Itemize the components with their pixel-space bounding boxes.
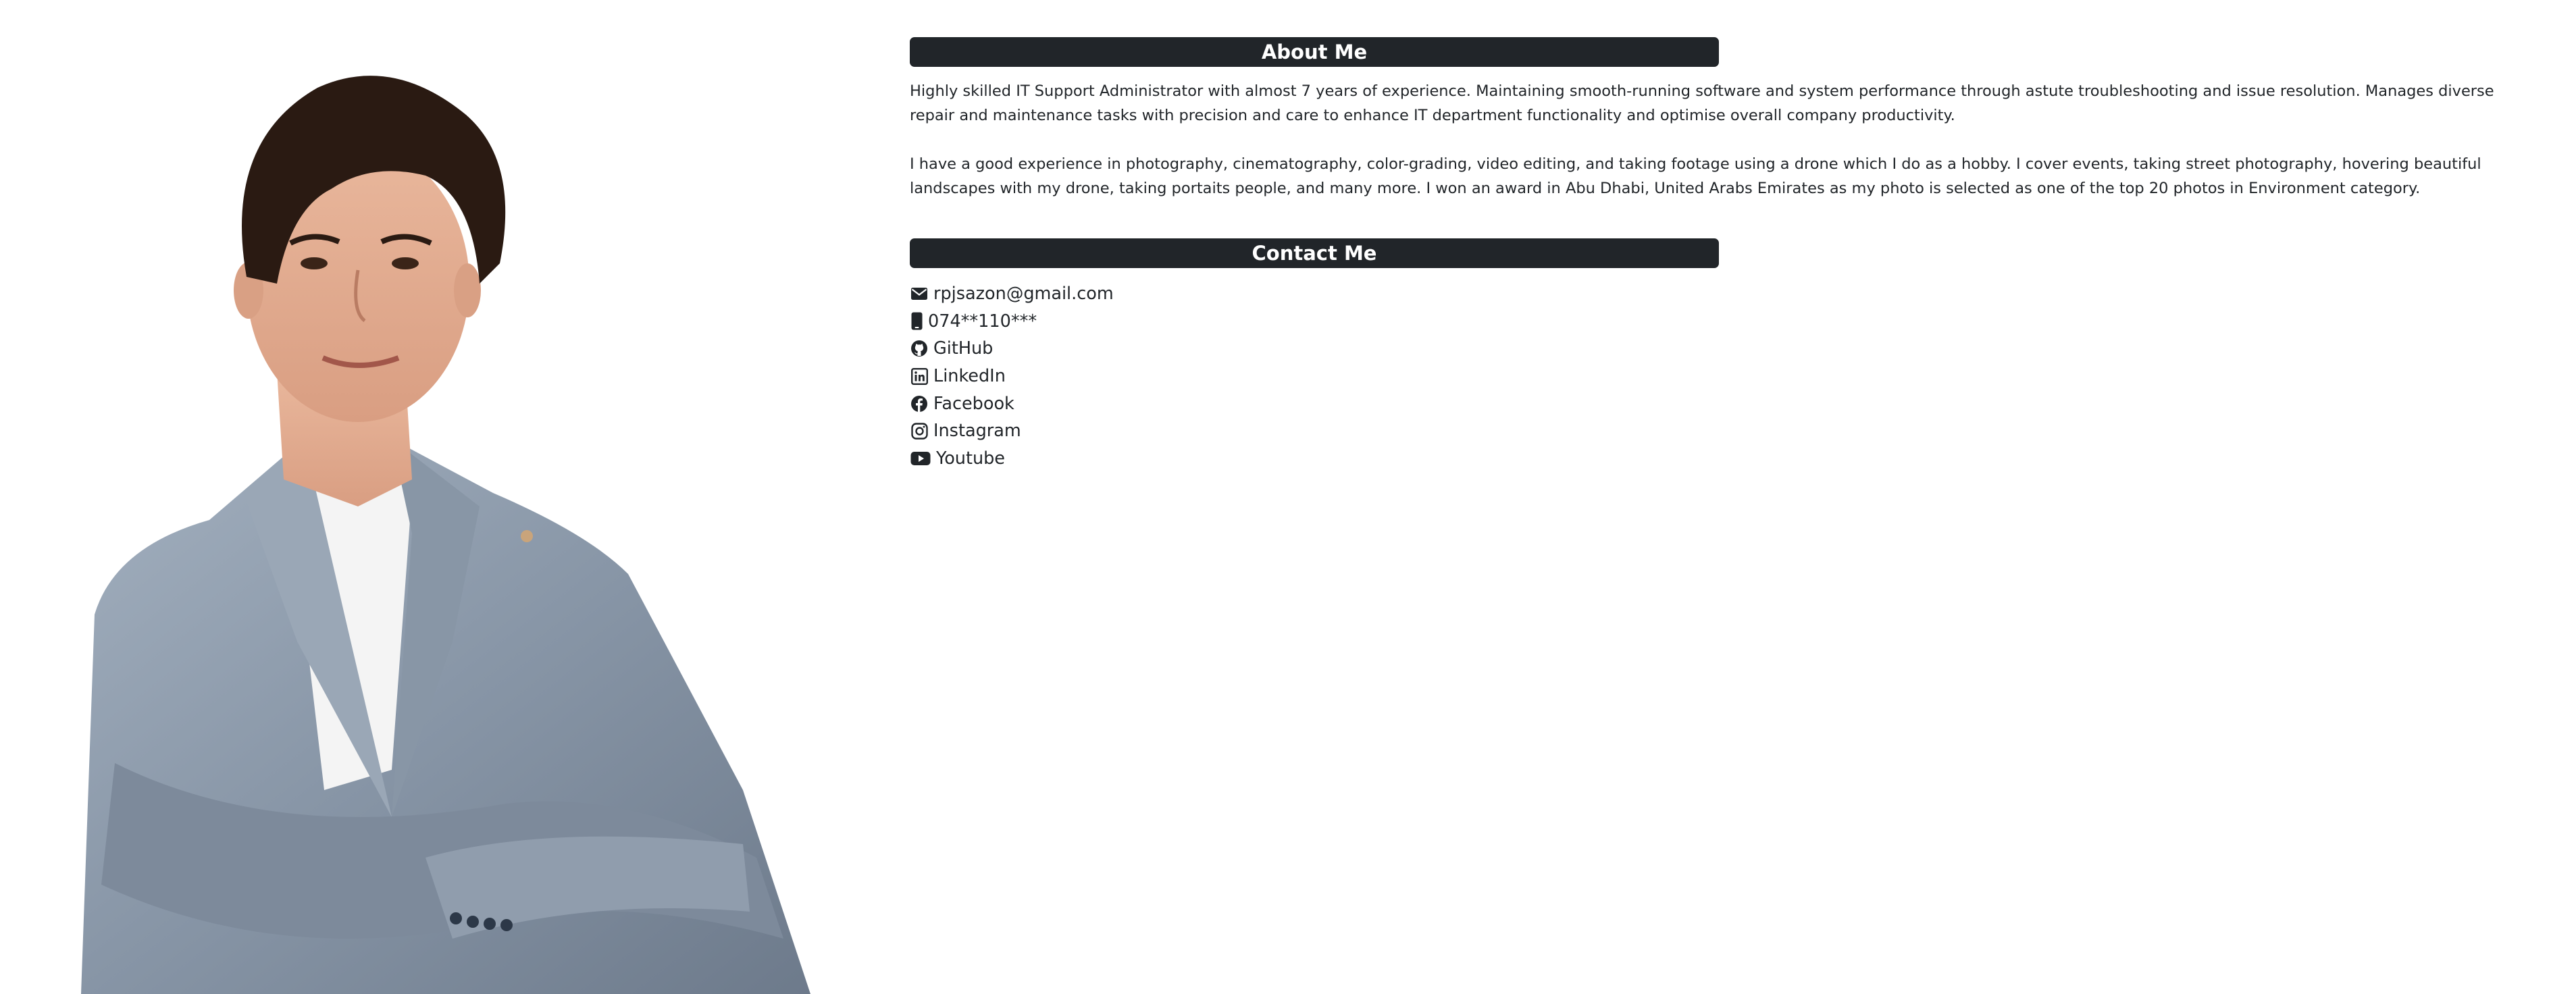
github-icon xyxy=(910,339,929,358)
about-heading: About Me xyxy=(910,37,1719,67)
contact-email-link[interactable]: rpjsazon@gmail.com xyxy=(910,280,2510,308)
youtube-icon xyxy=(910,449,931,468)
contact-github-label: GitHub xyxy=(933,338,994,359)
contact-phone-link[interactable]: 074**110*** xyxy=(910,308,2510,336)
contact-instagram-link[interactable]: Instagram xyxy=(910,417,2510,445)
contact-list: rpjsazon@gmail.com 074**110*** GitHub Li… xyxy=(910,280,2510,472)
contact-github-link[interactable]: GitHub xyxy=(910,335,2510,363)
about-paragraph-1: Highly skilled IT Support Administrator … xyxy=(910,82,2494,124)
contact-youtube-label: Youtube xyxy=(936,448,1005,469)
profile-content: About Me Highly skilled IT Support Admin… xyxy=(910,37,2510,472)
envelope-icon xyxy=(910,284,929,303)
contact-email-label: rpjsazon@gmail.com xyxy=(933,284,1114,305)
instagram-icon xyxy=(910,421,929,440)
contact-phone-label: 074**110*** xyxy=(928,311,1037,332)
contact-facebook-label: Facebook xyxy=(933,393,1014,414)
facebook-icon xyxy=(910,394,929,413)
contact-linkedin-link[interactable]: LinkedIn xyxy=(910,363,2510,390)
contact-facebook-link[interactable]: Facebook xyxy=(910,390,2510,417)
about-paragraph-2: I have a good experience in photography,… xyxy=(910,155,2481,197)
profile-photo xyxy=(74,61,810,994)
contact-heading: Contact Me xyxy=(910,238,1719,268)
mobile-phone-icon xyxy=(910,312,923,331)
contact-instagram-label: Instagram xyxy=(933,421,1021,442)
contact-linkedin-label: LinkedIn xyxy=(933,366,1006,387)
contact-youtube-link[interactable]: Youtube xyxy=(910,445,2510,473)
about-body: Highly skilled IT Support Administrator … xyxy=(910,79,2510,201)
linkedin-icon xyxy=(910,367,929,386)
